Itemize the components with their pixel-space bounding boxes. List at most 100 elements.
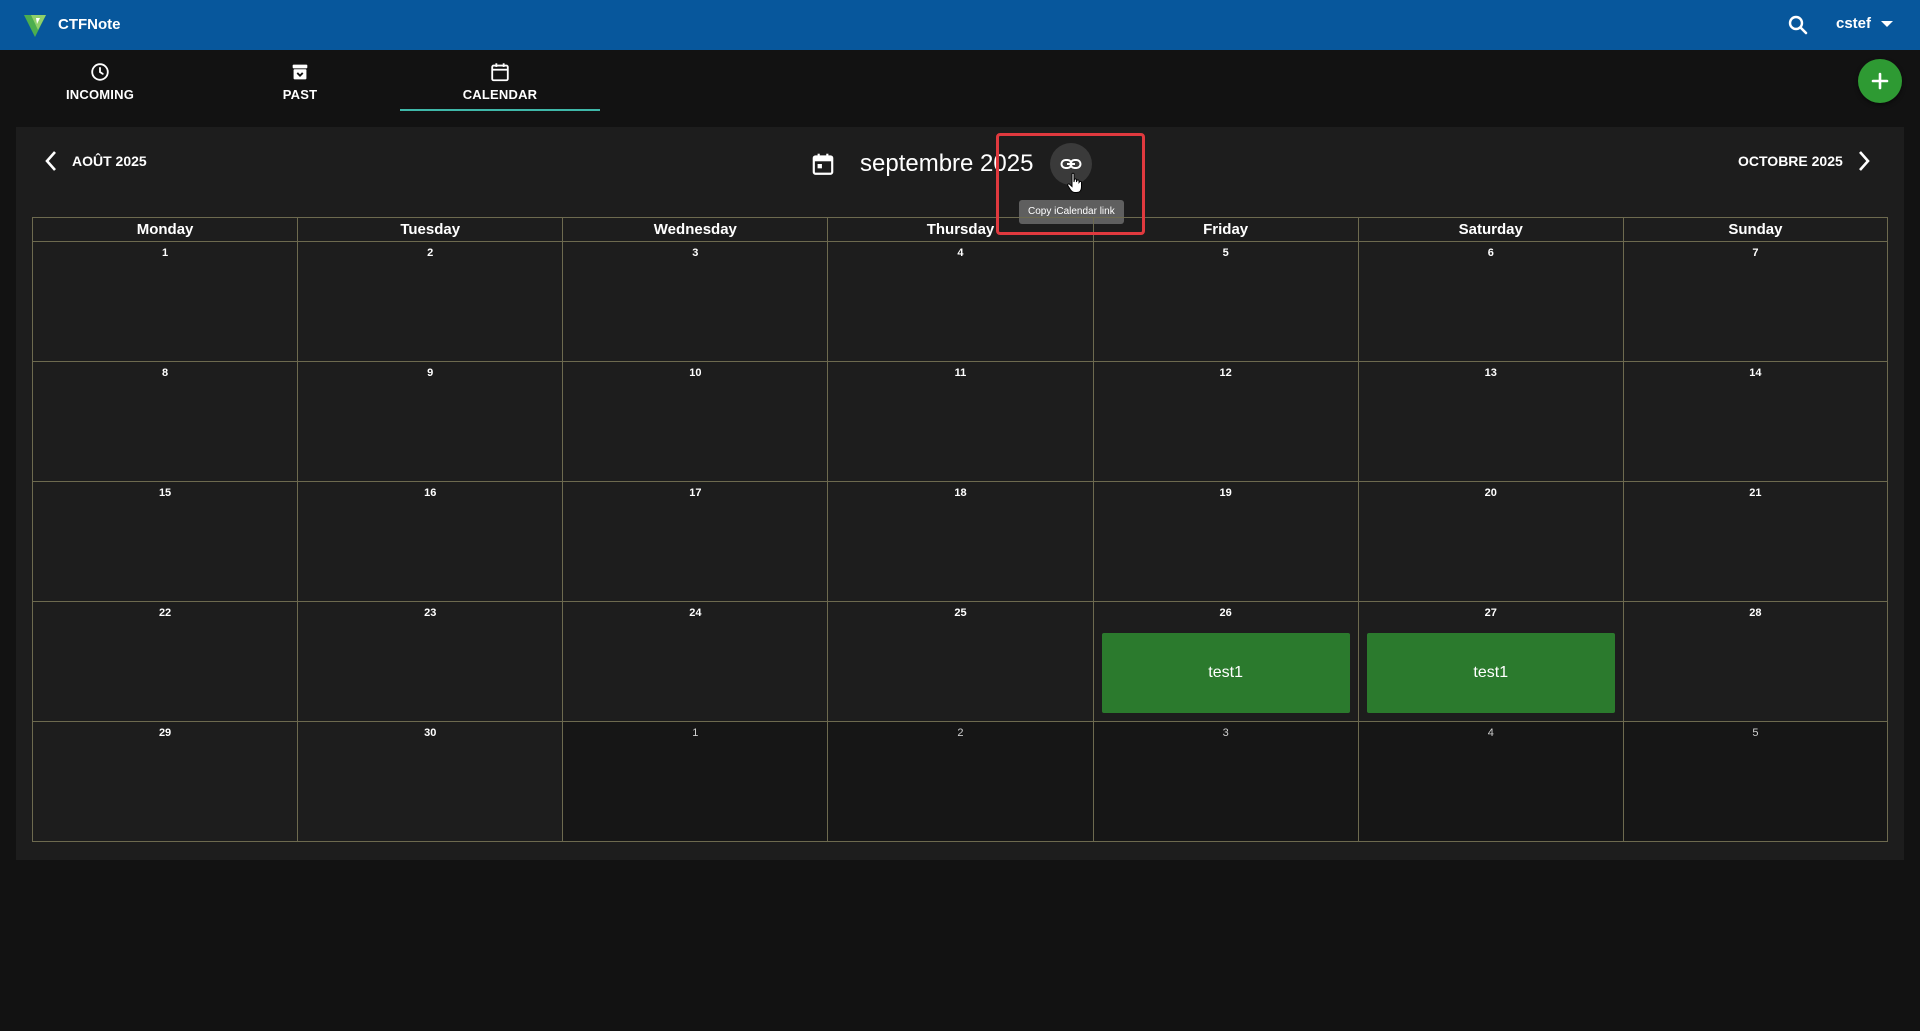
chevron-right-icon (1858, 151, 1870, 171)
tab-calendar-label: CALENDAR (462, 86, 538, 102)
weekday-tuesday: Tuesday (297, 217, 563, 242)
day-number: 11 (954, 367, 967, 379)
day-cell[interactable]: 17 (562, 482, 828, 602)
ctf-event[interactable]: test1 (1366, 633, 1615, 713)
day-cell[interactable]: 24 (562, 602, 828, 722)
day-cell[interactable]: 7 (1622, 242, 1888, 362)
weekday-thursday: Thursday (827, 217, 1093, 242)
day-cell[interactable]: 13 (1357, 362, 1623, 482)
day-number: 21 (1749, 487, 1762, 499)
hand-pointer-cursor-icon (1067, 172, 1082, 193)
day-number: 5 (1222, 247, 1229, 259)
day-number: 22 (158, 607, 172, 619)
day-cell[interactable]: 12 (1092, 362, 1358, 482)
month-grid: Monday Tuesday Wednesday Thursday Friday… (32, 217, 1888, 842)
day-cell[interactable]: 8 (32, 362, 298, 482)
week-row: 8 9 10 11 12 13 14 (32, 362, 1888, 482)
day-cell[interactable]: 1 (32, 242, 298, 362)
day-number: 24 (689, 607, 702, 619)
plus-icon (1871, 72, 1889, 90)
week-row: 29 30 1 2 3 4 5 (32, 722, 1888, 842)
day-number: 4 (1487, 727, 1494, 739)
day-cell-next-month[interactable]: 1 (562, 722, 828, 842)
day-number: 1 (692, 727, 699, 739)
day-number: 26 (1219, 607, 1232, 619)
chevron-down-icon (1881, 20, 1894, 27)
next-month-label: OCTOBRE 2025 (1738, 153, 1843, 169)
day-cell[interactable]: 4 (827, 242, 1093, 362)
clock-icon (91, 62, 109, 81)
day-number: 13 (1484, 367, 1497, 379)
day-number: 8 (162, 367, 169, 379)
calendar-icon (491, 62, 509, 81)
calendar-picker-icon[interactable] (810, 151, 836, 177)
tab-past[interactable]: PAST (200, 50, 400, 112)
day-number: 17 (689, 487, 702, 499)
day-cell[interactable]: 26 test1 (1092, 602, 1358, 722)
ctf-event[interactable]: test1 (1101, 633, 1350, 713)
day-cell[interactable]: 21 (1622, 482, 1888, 602)
day-number: 15 (158, 487, 172, 499)
day-cell[interactable]: 9 (297, 362, 563, 482)
day-number: 7 (1752, 247, 1759, 259)
day-cell[interactable]: 16 (297, 482, 563, 602)
previous-month-button[interactable]: AOÛT 2025 (44, 150, 147, 172)
weekday-header-row: Monday Tuesday Wednesday Thursday Friday… (32, 217, 1888, 242)
day-number: 6 (1487, 247, 1494, 259)
week-row: 15 16 17 18 19 20 21 (32, 482, 1888, 602)
day-number: 3 (1222, 727, 1229, 739)
day-cell-next-month[interactable]: 2 (827, 722, 1093, 842)
day-number: 20 (1484, 487, 1497, 499)
day-cell-next-month[interactable]: 3 (1092, 722, 1358, 842)
day-cell[interactable]: 23 (297, 602, 563, 722)
day-cell[interactable]: 29 (32, 722, 298, 842)
day-number: 14 (1749, 367, 1762, 379)
search-icon[interactable] (1786, 13, 1810, 37)
chevron-left-icon (45, 151, 56, 171)
tab-incoming[interactable]: INCOMING (0, 50, 200, 112)
day-cell[interactable]: 25 (827, 602, 1093, 722)
day-number: 4 (957, 247, 964, 259)
day-number: 3 (692, 247, 699, 259)
day-number: 27 (1484, 607, 1497, 619)
day-cell[interactable]: 30 (297, 722, 563, 842)
add-ctf-button[interactable] (1858, 59, 1902, 103)
app-title[interactable]: CTFNote (58, 16, 121, 33)
weekday-saturday: Saturday (1357, 217, 1623, 242)
previous-month-label: AOÛT 2025 (72, 153, 147, 169)
weekday-friday: Friday (1092, 217, 1358, 242)
day-cell[interactable]: 20 (1357, 482, 1623, 602)
day-cell[interactable]: 11 (827, 362, 1093, 482)
user-menu-button[interactable]: cstef (1836, 15, 1894, 32)
day-number: 25 (954, 607, 967, 619)
day-number: 19 (1219, 487, 1232, 499)
weekday-monday: Monday (32, 217, 298, 242)
day-number: 1 (162, 247, 169, 259)
day-number: 23 (424, 607, 437, 619)
day-cell[interactable]: 18 (827, 482, 1093, 602)
day-cell-next-month[interactable]: 5 (1622, 722, 1888, 842)
day-cell[interactable]: 15 (32, 482, 298, 602)
day-cell[interactable]: 10 (562, 362, 828, 482)
day-number: 12 (1219, 367, 1232, 379)
username-label: cstef (1836, 15, 1872, 32)
next-month-button[interactable]: OCTOBRE 2025 (1738, 150, 1871, 172)
weekday-wednesday: Wednesday (562, 217, 828, 242)
day-cell[interactable]: 28 (1622, 602, 1888, 722)
day-cell[interactable]: 27 test1 (1357, 602, 1623, 722)
day-cell[interactable]: 6 (1357, 242, 1623, 362)
day-cell[interactable]: 2 (297, 242, 563, 362)
tab-incoming-label: INCOMING (65, 86, 135, 102)
weekday-sunday: Sunday (1622, 217, 1888, 242)
day-cell[interactable]: 22 (32, 602, 298, 722)
day-cell[interactable]: 14 (1622, 362, 1888, 482)
day-cell[interactable]: 5 (1092, 242, 1358, 362)
day-cell-next-month[interactable]: 4 (1357, 722, 1623, 842)
day-cell[interactable]: 3 (562, 242, 828, 362)
day-cell[interactable]: 19 (1092, 482, 1358, 602)
ctfnote-logo-icon[interactable] (22, 12, 48, 38)
week-row: 1 2 3 4 5 6 7 (32, 242, 1888, 362)
archive-icon (292, 64, 308, 79)
day-number: 2 (957, 727, 964, 739)
tab-calendar[interactable]: CALENDAR (400, 50, 600, 112)
